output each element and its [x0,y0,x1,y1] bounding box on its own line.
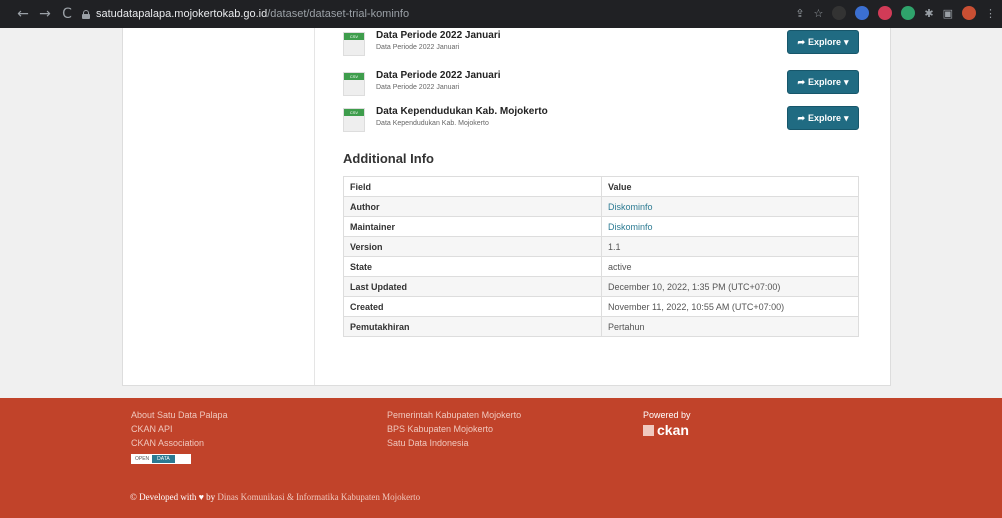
resource-item[interactable]: CSV Data Periode 2022 Januari Data Perio… [343,30,859,60]
caret-down-icon: ▾ [844,36,849,47]
footer-link[interactable]: About Satu Data Palapa [131,410,228,420]
footer-column-links: Pemerintah Kabupaten Mojokerto BPS Kabup… [387,410,521,452]
explore-button[interactable]: ➦ Explore ▾ [787,30,859,54]
resource-title[interactable]: Data Kependudukan Kab. Mojokerto [376,106,548,117]
profile-avatar[interactable] [962,6,976,20]
field-cell: Pemutakhiran [343,316,602,337]
field-cell: Author [343,196,602,217]
table-row: Maintainer Diskominfo [343,216,859,237]
footer-column-about: About Satu Data Palapa CKAN API CKAN Ass… [131,410,228,468]
field-cell: Version [343,236,602,257]
resource-item[interactable]: CSV Data Kependudukan Kab. Mojokerto Dat… [343,106,859,136]
caret-down-icon: ▾ [844,112,849,123]
author-link[interactable]: Diskominfo [608,202,653,212]
lock-icon [82,9,90,19]
value-cell: November 11, 2022, 10:55 AM (UTC+07:00) [601,296,859,317]
puzzle-icon[interactable]: ✱ [924,7,933,20]
page: CSV Data Periode 2022 Januari Data Perio… [0,28,1002,518]
dev-org[interactable]: Dinas Komunikasi & Informatika Kabupaten… [217,492,420,502]
field-cell: State [343,256,602,277]
forward-icon[interactable]: → [36,6,54,22]
value-cell: Diskominfo [601,196,859,217]
powered-by: Powered by ckan [643,410,691,438]
table-header-row: Field Value [343,176,859,197]
share-arrow-icon: ➦ [797,76,805,87]
footer-link[interactable]: CKAN API [131,424,228,434]
extension-icon[interactable] [878,6,893,20]
resource-description: Data Kependudukan Kab. Mojokerto [376,120,489,127]
column-header-field: Field [343,176,602,197]
footer-link[interactable]: BPS Kabupaten Mojokerto [387,424,521,434]
dev-by: by [206,492,216,502]
value-cell: 1.1 [601,236,859,257]
explore-button[interactable]: ➦ Explore ▾ [787,106,859,130]
footer-link[interactable]: CKAN Association [131,438,228,448]
table-row: State active [343,256,859,277]
column-header-value: Value [601,176,859,197]
site-footer: About Satu Data Palapa CKAN API CKAN Ass… [0,398,1002,518]
table-row: Author Diskominfo [343,196,859,217]
resource-description: Data Periode 2022 Januari [376,84,460,91]
value-cell: Pertahun [601,316,859,337]
dev-prefix: © Developed with [130,492,197,502]
extension-icon[interactable] [855,6,870,20]
value-cell: Diskominfo [601,216,859,237]
share-arrow-icon: ➦ [797,36,805,47]
sidepanel-icon[interactable]: ▣ [943,7,953,20]
star-icon[interactable]: ☆ [814,7,824,20]
resource-description: Data Periode 2022 Januari [376,44,460,51]
browser-toolbar: ← → C satudatapalapa.mojokertokab.go.id /… [0,0,1002,28]
url-path: /dataset/dataset-trial-kominfo [267,8,410,20]
field-cell: Maintainer [343,216,602,237]
resource-title[interactable]: Data Periode 2022 Januari [376,30,501,41]
menu-icon[interactable]: ⋮ [985,7,996,20]
ckan-logo-icon [643,424,654,436]
url-host: satudatapalapa.mojokertokab.go.id [96,8,268,20]
caret-down-icon: ▾ [844,76,849,87]
field-cell: Created [343,296,602,317]
csv-file-icon: CSV [343,72,365,96]
maintainer-link[interactable]: Diskominfo [608,222,653,232]
table-row: Last Updated December 10, 2022, 1:35 PM … [343,276,859,297]
csv-file-icon: CSV [343,32,365,56]
value-cell: December 10, 2022, 1:35 PM (UTC+07:00) [601,276,859,297]
table-row: Version 1.1 [343,236,859,257]
heart-icon: ♥ [198,492,204,502]
reload-icon[interactable]: C [58,6,76,22]
footer-link[interactable]: Pemerintah Kabupaten Mojokerto [387,410,521,420]
field-cell: Last Updated [343,276,602,297]
table-row: Pemutakhiran Pertahun [343,316,859,337]
sidebar-divider [314,28,315,385]
ckan-logo[interactable]: ckan [643,422,691,438]
additional-info-heading: Additional Info [343,151,434,166]
share-icon[interactable]: ⇪ [795,7,804,20]
powered-by-label: Powered by [643,410,691,420]
table-row: Created November 11, 2022, 10:55 AM (UTC… [343,296,859,317]
explore-button[interactable]: ➦ Explore ▾ [787,70,859,94]
footer-link[interactable]: Satu Data Indonesia [387,438,521,448]
value-cell: active [601,256,859,277]
additional-info-table: Field Value Author Diskominfo Maintainer… [343,176,859,337]
developer-credit: © Developed with ♥ by Dinas Komunikasi &… [130,492,420,502]
resource-item[interactable]: CSV Data Periode 2022 Januari Data Perio… [343,70,859,100]
extension-icon[interactable] [901,6,916,20]
share-arrow-icon: ➦ [797,112,805,123]
open-data-badge[interactable]: OPEN DATA [131,454,191,464]
csv-file-icon: CSV [343,108,365,132]
extension-icon[interactable] [832,6,847,20]
back-icon[interactable]: ← [14,6,32,22]
resource-title[interactable]: Data Periode 2022 Januari [376,70,501,81]
